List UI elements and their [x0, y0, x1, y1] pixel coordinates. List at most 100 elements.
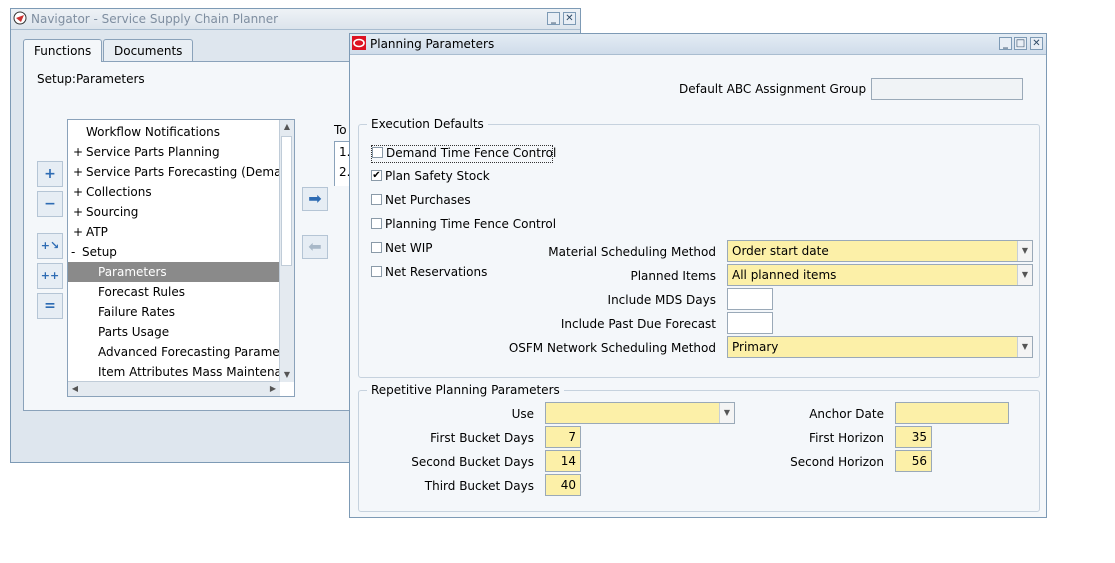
- tree-item[interactable]: Parts Usage: [68, 322, 279, 342]
- scroll-right-icon[interactable]: ▶: [266, 382, 280, 396]
- past-due-forecast-label: Include Past Due Forecast: [560, 317, 716, 331]
- add-to-top-ten-icon[interactable]: ➡: [302, 187, 328, 211]
- tab-documents-label: Documents: [114, 44, 183, 58]
- navigator-title: Navigator - Service Supply Chain Planner: [31, 12, 279, 26]
- osfm-scheduling-value: Primary: [732, 340, 779, 354]
- chevron-down-icon[interactable]: ▼: [1017, 241, 1032, 261]
- planning-time-fence-box[interactable]: [371, 218, 382, 229]
- past-due-forecast-field[interactable]: [727, 312, 773, 334]
- third-bucket-days-field[interactable]: 40: [545, 474, 581, 496]
- chevron-down-icon[interactable]: ▼: [1017, 337, 1032, 357]
- demand-time-fence-label: Demand Time Fence Control: [386, 146, 557, 160]
- tree-item[interactable]: Failure Rates: [68, 302, 279, 322]
- planning-parameters-title: Planning Parameters: [370, 37, 495, 51]
- tree-item-label: Failure Rates: [98, 305, 176, 319]
- tab-documents[interactable]: Documents: [103, 39, 194, 61]
- anchor-date-field[interactable]: [895, 402, 1009, 424]
- tree-expander[interactable]: -: [71, 242, 75, 262]
- demand-time-fence-box[interactable]: [372, 147, 383, 158]
- oracle-navigator-icon: [13, 11, 27, 25]
- osfm-scheduling-select[interactable]: Primary ▼: [727, 336, 1033, 358]
- net-purchases-box[interactable]: [371, 194, 382, 205]
- tree-item-label: Parts Usage: [98, 325, 170, 339]
- net-purchases-label: Net Purchases: [385, 193, 471, 207]
- tree-item[interactable]: + Sourcing: [68, 202, 279, 222]
- material-scheduling-select[interactable]: Order start date ▼: [727, 240, 1033, 262]
- tree-item[interactable]: + Service Parts Forecasting (Dema: [68, 162, 282, 182]
- planning-time-fence-label: Planning Time Fence Control: [385, 217, 557, 231]
- scroll-up-icon[interactable]: ▲: [280, 120, 294, 134]
- net-reservations-label: Net Reservations: [385, 265, 488, 279]
- collapse-icon[interactable]: −: [37, 191, 63, 217]
- tab-functions[interactable]: Functions: [23, 39, 103, 62]
- chevron-down-icon[interactable]: ▼: [719, 403, 734, 423]
- default-abc-field[interactable]: [871, 78, 1023, 100]
- first-bucket-days-label: First Bucket Days: [430, 431, 534, 445]
- plan-safety-stock-label: Plan Safety Stock: [385, 169, 490, 183]
- tree-item-label: Service Parts Forecasting (Dema: [86, 165, 282, 179]
- tree-item-label: Sourcing: [86, 205, 139, 219]
- expand-all-icon[interactable]: ++: [37, 263, 63, 289]
- second-bucket-days-label: Second Bucket Days: [411, 455, 534, 469]
- net-wip-box[interactable]: [371, 242, 382, 253]
- tree-item[interactable]: Workflow Notifications: [68, 122, 279, 142]
- tree-item-label: Item Attributes Mass Maintenai: [98, 365, 286, 379]
- repetitive-planning-title: Repetitive Planning Parameters: [367, 383, 564, 397]
- tree-expander[interactable]: +: [73, 202, 83, 222]
- expand-branch-icon[interactable]: +↘: [37, 233, 63, 259]
- minimize-icon[interactable]: _: [547, 12, 560, 25]
- tree-horizontal-scrollbar[interactable]: ◀ ▶: [68, 381, 280, 396]
- tab-functions-label: Functions: [34, 44, 92, 58]
- tree-item[interactable]: Forecast Rules: [68, 282, 279, 302]
- scroll-left-icon[interactable]: ◀: [68, 382, 82, 396]
- second-bucket-days-field[interactable]: 14: [545, 450, 581, 472]
- scroll-thumb[interactable]: [281, 136, 292, 266]
- net-reservations-box[interactable]: [371, 266, 382, 277]
- net-wip-label: Net WIP: [385, 241, 433, 255]
- maximize-icon[interactable]: □: [1014, 37, 1027, 50]
- tree-vertical-scrollbar[interactable]: ▲ ▼: [279, 120, 294, 382]
- planning-parameters-titlebar[interactable]: Planning Parameters _ □ ✕: [350, 34, 1046, 55]
- tree-expander[interactable]: +: [73, 162, 83, 182]
- mds-days-field[interactable]: [727, 288, 773, 310]
- tree-item-label: Setup: [82, 245, 117, 259]
- tree-expander[interactable]: +: [73, 142, 83, 162]
- anchor-date-label: Anchor Date: [809, 407, 884, 421]
- demand-time-fence-checkbox[interactable]: Demand Time Fence Control: [371, 145, 557, 163]
- minimize-icon[interactable]: _: [999, 37, 1012, 50]
- tree-item[interactable]: - Setup: [68, 242, 279, 262]
- tree-item-label: ATP: [86, 225, 108, 239]
- mds-days-label: Include MDS Days: [607, 293, 716, 307]
- tree-item-label: Collections: [86, 185, 152, 199]
- first-horizon-field[interactable]: 35: [895, 426, 932, 448]
- scroll-down-icon[interactable]: ▼: [280, 368, 294, 382]
- execution-defaults-title: Execution Defaults: [367, 117, 488, 131]
- close-icon[interactable]: ✕: [563, 12, 576, 25]
- tree-item[interactable]: + Service Parts Planning: [68, 142, 279, 162]
- material-scheduling-label: Material Scheduling Method: [548, 245, 716, 259]
- tree-item[interactable]: Advanced Forecasting Paramet: [68, 342, 284, 362]
- expand-icon[interactable]: +: [37, 161, 63, 187]
- material-scheduling-value: Order start date: [732, 244, 829, 258]
- tree-expander[interactable]: +: [73, 222, 83, 242]
- second-horizon-label: Second Horizon: [790, 455, 884, 469]
- plan-safety-stock-box[interactable]: ✔: [371, 170, 382, 181]
- tree-item-label: Service Parts Planning: [86, 145, 220, 159]
- use-select[interactable]: ▼: [545, 402, 735, 424]
- chevron-down-icon[interactable]: ▼: [1017, 265, 1032, 285]
- tree-expander[interactable]: +: [73, 182, 83, 202]
- tree-item[interactable]: + Collections: [68, 182, 279, 202]
- tree-item[interactable]: + ATP: [68, 222, 279, 242]
- navigator-titlebar[interactable]: Navigator - Service Supply Chain Planner…: [11, 9, 580, 30]
- tree-item-label: Forecast Rules: [98, 285, 185, 299]
- tree-item[interactable]: Item Attributes Mass Maintenai: [68, 362, 285, 382]
- close-icon[interactable]: ✕: [1030, 37, 1043, 50]
- planned-items-select[interactable]: All planned items ▼: [727, 264, 1033, 286]
- tree-item[interactable]: Parameters: [68, 262, 279, 282]
- first-bucket-days-field[interactable]: 7: [545, 426, 581, 448]
- second-horizon-field[interactable]: 56: [895, 450, 932, 472]
- remove-from-top-ten-icon[interactable]: ⬅: [302, 235, 328, 259]
- collapse-all-icon[interactable]: =: [37, 293, 63, 319]
- function-tree[interactable]: Workflow Notifications + Service Parts Pla…: [67, 119, 295, 397]
- top-ten-label: To: [334, 123, 347, 137]
